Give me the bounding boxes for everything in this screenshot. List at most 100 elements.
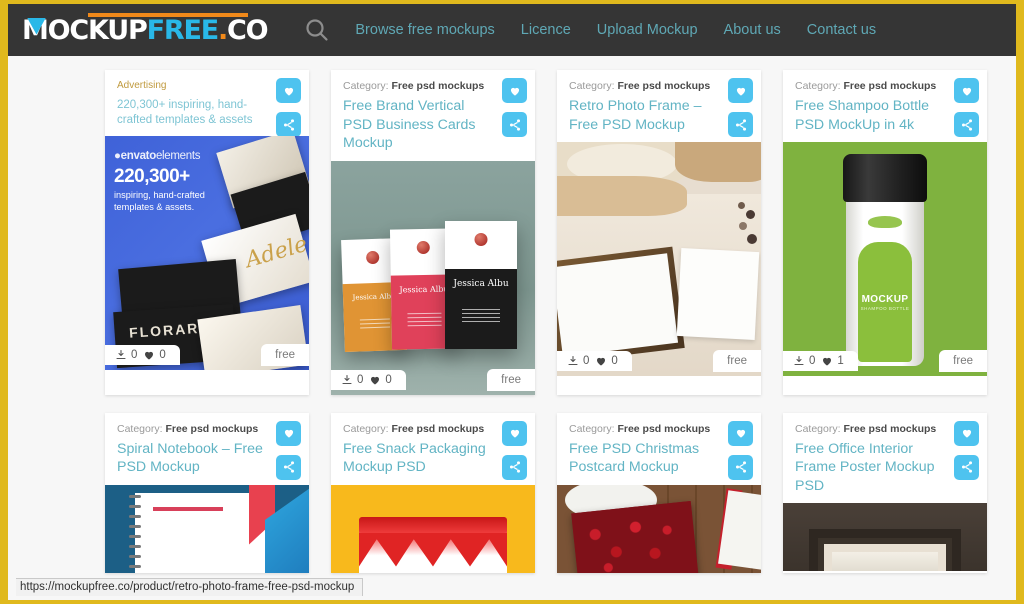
mockup-card-christmas-postcard[interactable]: Category: Free psd mockups Free PSD Chri… <box>557 412 761 573</box>
mockup-card-shampoo-bottle[interactable]: Category: Free psd mockups Free Shampoo … <box>783 70 987 395</box>
card-actions <box>728 78 753 137</box>
card-thumbnail[interactable] <box>783 503 987 571</box>
status-bar-url: https://mockupfree.co/product/retro-phot… <box>16 578 364 596</box>
card-title[interactable]: Free Snack Packaging Mockup PSD <box>343 440 523 477</box>
category-prefix: Category: <box>569 422 615 435</box>
advertising-thumbnail[interactable]: Adele FLORART ●envatoelements 220,300+ i… <box>105 136 309 370</box>
card-actions <box>502 78 527 137</box>
share-icon[interactable] <box>728 112 753 137</box>
card-title[interactable]: Free Shampoo Bottle PSD MockUp in 4k <box>795 97 975 134</box>
download-icon <box>116 349 126 360</box>
ad-brand-suffix: elements <box>155 150 201 162</box>
card-thumbnail[interactable]: 0 0 free <box>557 142 761 376</box>
like-count: 0 <box>369 374 392 386</box>
like-count: 1 <box>821 355 844 367</box>
logo-text-co: CO <box>227 14 269 46</box>
heart-badge-icon[interactable] <box>276 78 301 103</box>
card-actions <box>728 420 753 480</box>
category-value[interactable]: Free psd mockups <box>617 423 710 435</box>
card-stats: 0 0 <box>105 345 180 365</box>
like-count: 0 <box>143 349 166 361</box>
berries-photo <box>571 500 699 573</box>
snack-bag-top <box>359 516 507 533</box>
nav-item-contact-us[interactable]: Contact us <box>807 22 876 38</box>
card-title[interactable]: Free PSD Christmas Postcard Mockup <box>569 440 749 477</box>
heart-badge-icon[interactable] <box>954 78 979 103</box>
frame-mat <box>824 544 946 571</box>
heart-badge-icon[interactable] <box>276 420 301 446</box>
mockup-grid-section: Advertising 220,300+ inspiring, hand-cra… <box>8 56 1016 600</box>
card-thumbnail[interactable]: Jessica Albu Jessica Albu Jessica Albu 0… <box>331 160 535 395</box>
card-category: Category: Free psd mockups <box>795 423 975 435</box>
heart-badge-icon[interactable] <box>954 420 979 446</box>
mockup-card-retro-photo-frame[interactable]: Category: Free psd mockups Retro Photo F… <box>557 70 761 395</box>
nav-item-browse-free-mockups[interactable]: Browse free mockups <box>355 22 494 38</box>
share-icon[interactable] <box>954 112 979 137</box>
poster-frame <box>809 529 961 571</box>
search-icon[interactable] <box>303 16 331 44</box>
card-thumbnail[interactable]: MOCKUP SHAMPOO BOTTLE 0 1 free <box>783 142 987 376</box>
heart-icon <box>145 351 154 360</box>
download-icon <box>794 355 804 366</box>
share-icon[interactable] <box>502 454 527 480</box>
card-thumbnail[interactable] <box>105 484 309 573</box>
nav-item-upload-mockup[interactable]: Upload Mockup <box>597 22 698 38</box>
heart-icon <box>371 376 380 384</box>
mockup-card-business-cards[interactable]: Category: Free psd mockups Free Brand Ve… <box>331 70 535 395</box>
heart-badge-icon[interactable] <box>502 78 527 103</box>
nav-item-about-us[interactable]: About us <box>724 22 781 38</box>
snack-packaging-artwork <box>331 484 535 573</box>
category-value[interactable]: Free psd mockups <box>391 80 484 92</box>
category-value[interactable]: Free psd mockups <box>165 423 258 435</box>
logo-text-dot: . <box>217 14 228 46</box>
download-count-value: 0 <box>809 355 816 367</box>
category-prefix: Category: <box>343 422 389 435</box>
category-prefix: Category: <box>343 80 389 92</box>
advertising-card[interactable]: Advertising 220,300+ inspiring, hand-cra… <box>105 70 309 395</box>
bottle-cap <box>843 154 927 202</box>
card-title[interactable]: Spiral Notebook – Free PSD Mockup <box>117 440 297 477</box>
mockup-card-snack-packaging[interactable]: Category: Free psd mockups Free Snack Pa… <box>331 412 535 573</box>
card-category: Category: Free psd mockups <box>569 423 749 435</box>
advertising-headline[interactable]: 220,300+ inspiring, hand-crafted templat… <box>117 98 297 128</box>
category-value[interactable]: Free psd mockups <box>843 423 936 435</box>
heart-badge-icon[interactable] <box>502 420 527 446</box>
card-title[interactable]: Free Office Interior Frame Poster Mockup… <box>795 440 975 496</box>
heart-badge-icon[interactable] <box>728 78 753 103</box>
card-title[interactable]: Retro Photo Frame – Free PSD Mockup <box>569 97 749 134</box>
bottle-brandmark <box>868 216 902 228</box>
bottle-label-text: MOCKUP <box>861 294 909 305</box>
card-category: Category: Free psd mockups <box>795 80 975 92</box>
share-icon[interactable] <box>954 454 979 480</box>
download-count: 0 <box>341 374 363 386</box>
mockup-card-spiral-notebook[interactable]: Category: Free psd mockups Spiral Notebo… <box>105 412 309 573</box>
nav-item-licence[interactable]: Licence <box>521 22 571 38</box>
category-value[interactable]: Free psd mockups <box>617 80 710 92</box>
free-badge: free <box>939 350 987 372</box>
share-icon[interactable] <box>276 112 301 137</box>
free-badge: free <box>261 344 309 366</box>
mockup-card-office-frame-poster[interactable]: Category: Free psd mockups Free Office I… <box>783 412 987 573</box>
business-cards-artwork: Jessica Albu Jessica Albu Jessica Albu <box>331 160 535 395</box>
spiral-notebook-artwork <box>105 484 309 573</box>
category-value[interactable]: Free psd mockups <box>843 80 936 92</box>
share-icon[interactable] <box>276 454 301 480</box>
card-thumbnail[interactable] <box>557 484 761 573</box>
like-count-value: 0 <box>611 355 618 367</box>
share-icon[interactable] <box>728 454 753 480</box>
share-icon[interactable] <box>502 112 527 137</box>
envato-ad-artwork: Adele FLORART ●envatoelements 220,300+ i… <box>105 136 309 370</box>
category-value[interactable]: Free psd mockups <box>391 423 484 435</box>
card-thumbnail[interactable] <box>331 484 535 573</box>
download-count: 0 <box>793 355 815 367</box>
like-count-value: 0 <box>159 349 166 361</box>
notebook-page <box>135 492 267 573</box>
christmas-postcard-artwork <box>557 484 761 573</box>
free-badge: free <box>713 350 761 372</box>
card-header: Category: Free psd mockups Spiral Notebo… <box>105 413 309 485</box>
site-logo[interactable]: MOCKUPFREE.CO <box>16 12 273 46</box>
heart-badge-icon[interactable] <box>728 420 753 446</box>
card-header: Category: Free psd mockups Free PSD Chri… <box>557 413 761 485</box>
download-count-value: 0 <box>357 373 364 386</box>
card-title[interactable]: Free Brand Vertical PSD Business Cards M… <box>343 97 523 153</box>
